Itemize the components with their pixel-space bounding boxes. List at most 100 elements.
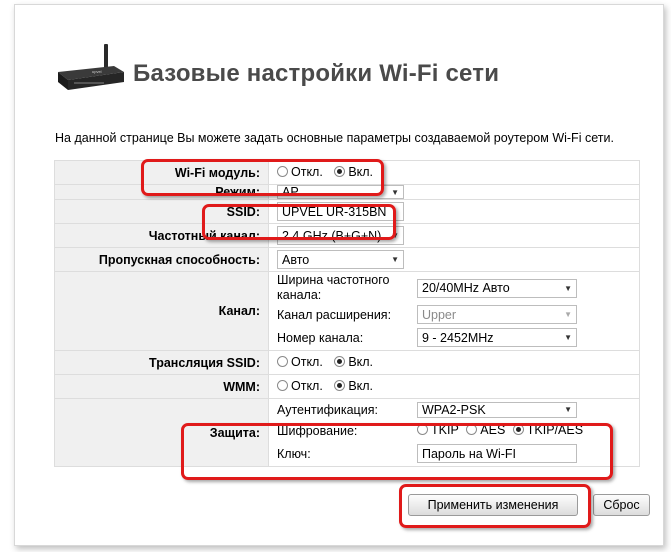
channel-extension-label: Канал расширения: (277, 307, 392, 322)
radio-off-icon (417, 424, 428, 436)
channel-width-select[interactable]: 20/40MHz Авто ▼ (417, 278, 577, 298)
security-auth-label: Аутентификация: (277, 402, 378, 417)
radio-label: Откл. (291, 164, 323, 179)
ssid-broadcast-off-radio[interactable]: Откл. (277, 355, 323, 369)
select-value: WPA2-PSK (422, 402, 486, 417)
encryption-tkip-aes-radio[interactable]: TKIP/AES (512, 422, 584, 437)
mode-label: Режим: (54, 184, 269, 200)
channel-width-label-line2: канала: (277, 288, 322, 302)
radio-label: TKIP/AES (526, 422, 584, 437)
channel-number-cell: 9 - 2452MHz ▼ (417, 326, 639, 349)
channel-subtable: Ширина частотного канала: 20/40MHz Авто ▼ … (277, 273, 639, 349)
wmm-value: Откл. Вкл. (268, 374, 640, 399)
row-wifi-module: Wi-Fi модуль: Откл. Вкл. (54, 160, 640, 185)
settings-table: Wi-Fi модуль: Откл. Вкл. Режим: AP ▼ SSID… (54, 160, 640, 467)
chevron-down-icon: ▼ (391, 231, 399, 240)
security-subtable: Аутентификация: WPA2-PSK ▼ Шифрование: TK… (277, 400, 639, 465)
security-key-label: Ключ: (277, 446, 311, 461)
mode-value: AP ▼ (268, 184, 640, 200)
chevron-down-icon: ▼ (391, 255, 399, 264)
radio-label: Откл. (291, 378, 323, 393)
security-key-input[interactable]: Пароль на Wi-FI (417, 444, 577, 463)
channel-label: Канал: (54, 271, 269, 351)
chevron-down-icon: ▼ (564, 405, 572, 414)
security-value: Аутентификация: WPA2-PSK ▼ Шифрование: TK… (268, 398, 640, 467)
channel-width-label-line1: Ширина частотного (277, 273, 390, 287)
ssid-value: UPVEL UR-315BN (268, 199, 640, 224)
channel-band-label: Частотный канал: (54, 223, 269, 248)
select-value: Upper (422, 307, 457, 322)
page-title: Базовые настройки Wi-Fi сети (133, 60, 500, 87)
chevron-down-icon: ▼ (564, 310, 572, 319)
channel-number-select[interactable]: 9 - 2452MHz ▼ (417, 328, 577, 347)
security-key-row: Ключ: Пароль на Wi-FI (277, 442, 639, 465)
radio-off-icon (277, 356, 288, 368)
bandwidth-select[interactable]: Авто ▼ (277, 250, 404, 269)
security-label: Защита: (54, 398, 269, 467)
radio-off-icon (466, 424, 478, 436)
security-auth-row: Аутентификация: WPA2-PSK ▼ (277, 400, 639, 419)
radio-label: Откл. (291, 354, 323, 369)
channel-band-select[interactable]: 2.4 GHz (B+G+N) ▼ (277, 226, 404, 245)
channel-extension-cell: Upper ▼ (417, 303, 639, 326)
select-value: 20/40MHz Авто (422, 281, 510, 295)
svg-text:upvel: upvel (92, 69, 102, 74)
wifi-module-label: Wi-Fi модуль: (54, 160, 269, 185)
channel-band-value: 2.4 GHz (B+G+N) ▼ (268, 223, 640, 248)
row-channel-band: Частотный канал: 2.4 GHz (B+G+N) ▼ (54, 223, 640, 248)
row-ssid: SSID: UPVEL UR-315BN (54, 199, 640, 224)
bandwidth-label: Пропускная способность: (54, 247, 269, 272)
ssid-broadcast-value: Откл. Вкл. (268, 350, 640, 375)
radio-off-icon (277, 380, 288, 392)
security-encryption-label: Шифрование: (277, 423, 358, 438)
channel-width-cell: 20/40MHz Авто ▼ (417, 273, 639, 303)
wmm-off-radio[interactable]: Откл. (277, 379, 323, 393)
select-value: 2.4 GHz (B+G+N) (282, 228, 382, 243)
wifi-module-on-radio[interactable]: Вкл. (334, 165, 373, 179)
ssid-broadcast-on-radio[interactable]: Вкл. (334, 355, 373, 369)
channel-extension-row: Канал расширения: Upper ▼ (277, 303, 639, 326)
select-value: 9 - 2452MHz (422, 330, 494, 345)
select-value: Авто (282, 252, 310, 267)
channel-width-row: Ширина частотного канала: 20/40MHz Авто ▼ (277, 273, 639, 303)
radio-on-icon (334, 356, 346, 368)
radio-off-icon (277, 166, 288, 178)
select-value: AP (282, 185, 299, 199)
row-channel: Канал: Ширина частотного канала: 20/40MHz… (54, 271, 640, 351)
security-auth-cell: WPA2-PSK ▼ (417, 400, 639, 419)
mode-select[interactable]: AP ▼ (277, 185, 404, 199)
encryption-aes-radio[interactable]: AES (466, 423, 505, 437)
router-icon: upvel (58, 44, 124, 90)
radio-on-icon (334, 166, 346, 178)
radio-on-icon (334, 380, 346, 392)
wifi-module-value: Откл. Вкл. (268, 160, 640, 185)
row-mode: Режим: AP ▼ (54, 184, 640, 200)
bandwidth-value: Авто ▼ (268, 247, 640, 272)
chevron-down-icon: ▼ (564, 333, 572, 342)
chevron-down-icon: ▼ (564, 283, 572, 293)
radio-label: AES (480, 422, 506, 437)
channel-number-row: Номер канала: 9 - 2452MHz ▼ (277, 326, 639, 349)
ssid-label: SSID: (54, 199, 269, 224)
channel-extension-select[interactable]: Upper ▼ (417, 305, 577, 324)
radio-label: TKIP (431, 422, 459, 437)
security-encryption-cell: TKIP AES TKIP/AES (417, 419, 639, 442)
wifi-module-off-radio[interactable]: Откл. (277, 165, 323, 179)
row-ssid-broadcast: Трансляция SSID: Откл. Вкл. (54, 350, 640, 375)
apply-button[interactable]: Применить изменения (408, 494, 578, 516)
wmm-label: WMM: (54, 374, 269, 399)
row-wmm: WMM: Откл. Вкл. (54, 374, 640, 399)
security-key-cell: Пароль на Wi-FI (417, 442, 639, 465)
row-bandwidth: Пропускная способность: Авто ▼ (54, 247, 640, 272)
encryption-tkip-radio[interactable]: TKIP (417, 423, 459, 437)
radio-label: Вкл. (348, 164, 374, 179)
channel-number-label: Номер канала: (277, 330, 364, 345)
wmm-on-radio[interactable]: Вкл. (334, 379, 373, 393)
radio-on-icon (512, 424, 524, 436)
channel-value: Ширина частотного канала: 20/40MHz Авто ▼ … (268, 271, 640, 351)
ssid-input[interactable]: UPVEL UR-315BN (277, 202, 404, 221)
security-auth-select[interactable]: WPA2-PSK ▼ (417, 401, 577, 418)
page-description: На данной странице Вы можете задать осно… (55, 131, 614, 145)
chevron-down-icon: ▼ (391, 187, 399, 197)
reset-button[interactable]: Сброс (593, 494, 650, 516)
